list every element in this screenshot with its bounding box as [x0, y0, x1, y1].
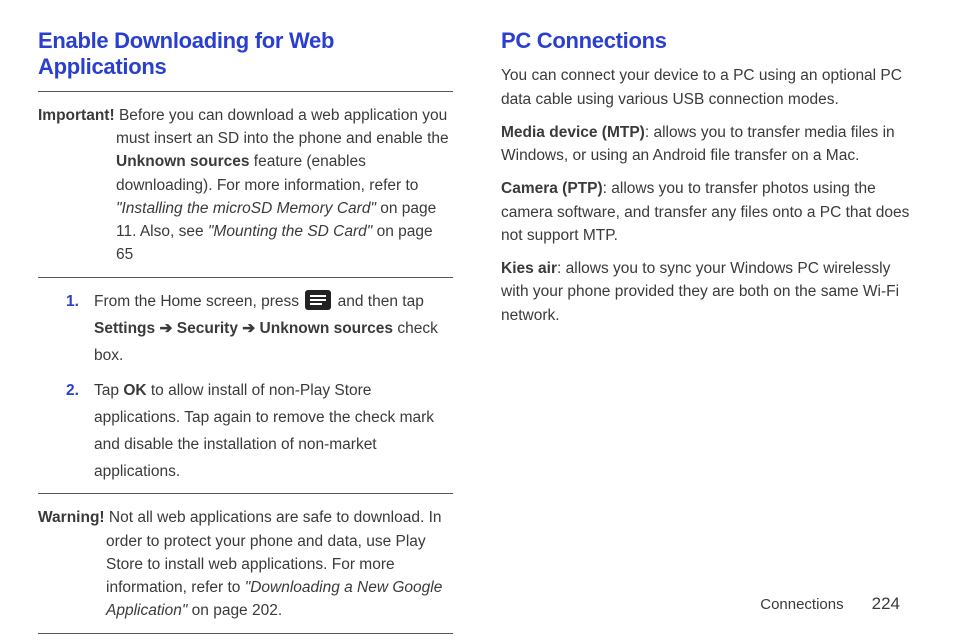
menu-icon	[305, 290, 331, 310]
page-body: Enable Downloading for Web Applications …	[0, 0, 954, 644]
important-text: Before you can download a web applicatio…	[115, 107, 449, 264]
step-1: From the Home screen, press and then tap…	[94, 288, 453, 369]
pc-intro: You can connect your device to a PC usin…	[501, 64, 916, 111]
rule-after-important	[38, 277, 453, 278]
kies-text: : allows you to sync your Windows PC wir…	[501, 260, 899, 324]
heading-enable-downloading: Enable Downloading for Web Applications	[38, 28, 453, 81]
warning-lead: Warning!	[38, 509, 105, 526]
pc-ptp: Camera (PTP): allows you to transfer pho…	[501, 177, 916, 247]
rule-before-warning	[38, 493, 453, 494]
warning-text: Not all web applications are safe to dow…	[105, 509, 443, 619]
warning-callout: Warning! Not all web applications are sa…	[38, 504, 453, 626]
kies-lead: Kies air	[501, 260, 557, 277]
step-2: Tap OK to allow install of non-Play Stor…	[94, 377, 453, 486]
important-lead: Important!	[38, 107, 115, 124]
rule-bottom	[38, 633, 453, 634]
steps-list: From the Home screen, press and then tap…	[38, 288, 453, 486]
pc-mtp: Media device (MTP): allows you to transf…	[501, 121, 916, 168]
footer-page-number: 224	[872, 594, 900, 613]
ptp-lead: Camera (PTP)	[501, 180, 603, 197]
footer-section: Connections	[760, 596, 843, 613]
mtp-lead: Media device (MTP)	[501, 124, 645, 141]
page-footer: Connections 224	[760, 594, 900, 614]
rule-top	[38, 91, 453, 92]
column-right: PC Connections You can connect your devi…	[501, 28, 916, 644]
pc-kies: Kies air: allows you to sync your Window…	[501, 257, 916, 327]
important-callout: Important! Before you can download a web…	[38, 102, 453, 271]
heading-pc-connections: PC Connections	[501, 28, 916, 54]
column-left: Enable Downloading for Web Applications …	[38, 28, 453, 644]
